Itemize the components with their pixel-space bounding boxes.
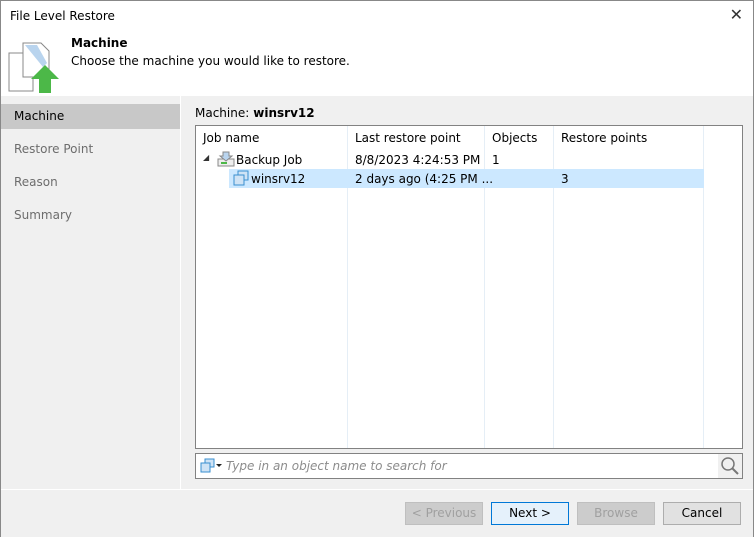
header-last-restore-point[interactable]: Last restore point	[348, 126, 461, 150]
close-icon[interactable]: ✕	[730, 5, 743, 24]
title-bar: File Level Restore ✕	[1, 1, 753, 33]
search-button[interactable]	[718, 454, 742, 478]
machine-value: winsrv12	[253, 106, 315, 120]
cancel-button[interactable]: Cancel	[663, 502, 741, 525]
machine-label-text: Machine:	[195, 106, 250, 120]
file-restore-icon	[8, 42, 59, 93]
wizard-header: Machine Choose the machine you would lik…	[1, 33, 753, 96]
wizard-footer: < Previous Next > Browse Cancel	[1, 489, 753, 537]
search-icon	[721, 457, 739, 475]
wizard-steps: Machine Restore Point Reason Summary	[1, 96, 181, 489]
browse-button[interactable]: Browse	[577, 502, 655, 525]
step-restore-point[interactable]: Restore Point	[1, 137, 180, 162]
step-summary[interactable]: Summary	[1, 203, 180, 228]
main-panel: Machine: winsrv12 Job name Last restore p…	[182, 96, 753, 489]
step-subtitle: Choose the machine you would like to res…	[71, 54, 350, 68]
row-winsrv12-points: 3	[561, 172, 569, 186]
step-machine[interactable]: Machine	[1, 104, 180, 129]
row-backup-job-name[interactable]: Backup Job	[229, 150, 302, 170]
header-job-name[interactable]: Job name	[196, 126, 259, 150]
object-search-box	[195, 453, 743, 479]
header-restore-points[interactable]: Restore points	[554, 126, 647, 150]
file-level-restore-window: File Level Restore ✕ Machine Choose the …	[0, 0, 754, 537]
row-winsrv12-last: 2 days ago (4:25 PM ...	[355, 172, 494, 186]
step-title: Machine	[71, 36, 128, 50]
row-backup-job-objects: 1	[492, 153, 500, 167]
machine-label: Machine: winsrv12	[195, 106, 315, 120]
header-objects[interactable]: Objects	[485, 126, 537, 150]
window-title: File Level Restore	[10, 9, 115, 23]
previous-button[interactable]: < Previous	[405, 502, 483, 525]
row-winsrv12-name[interactable]: winsrv12	[244, 169, 305, 189]
step-reason[interactable]: Reason	[1, 170, 180, 195]
row-backup-job-last: 8/8/2023 4:24:53 PM	[355, 153, 481, 167]
search-input[interactable]	[226, 457, 706, 475]
collapse-arrow-icon[interactable]: ◢	[203, 153, 209, 162]
machine-tree-grid[interactable]: Job name Last restore point Objects Rest…	[195, 125, 743, 449]
object-type-dropdown-icon[interactable]	[199, 458, 223, 474]
next-button[interactable]: Next >	[491, 502, 569, 525]
